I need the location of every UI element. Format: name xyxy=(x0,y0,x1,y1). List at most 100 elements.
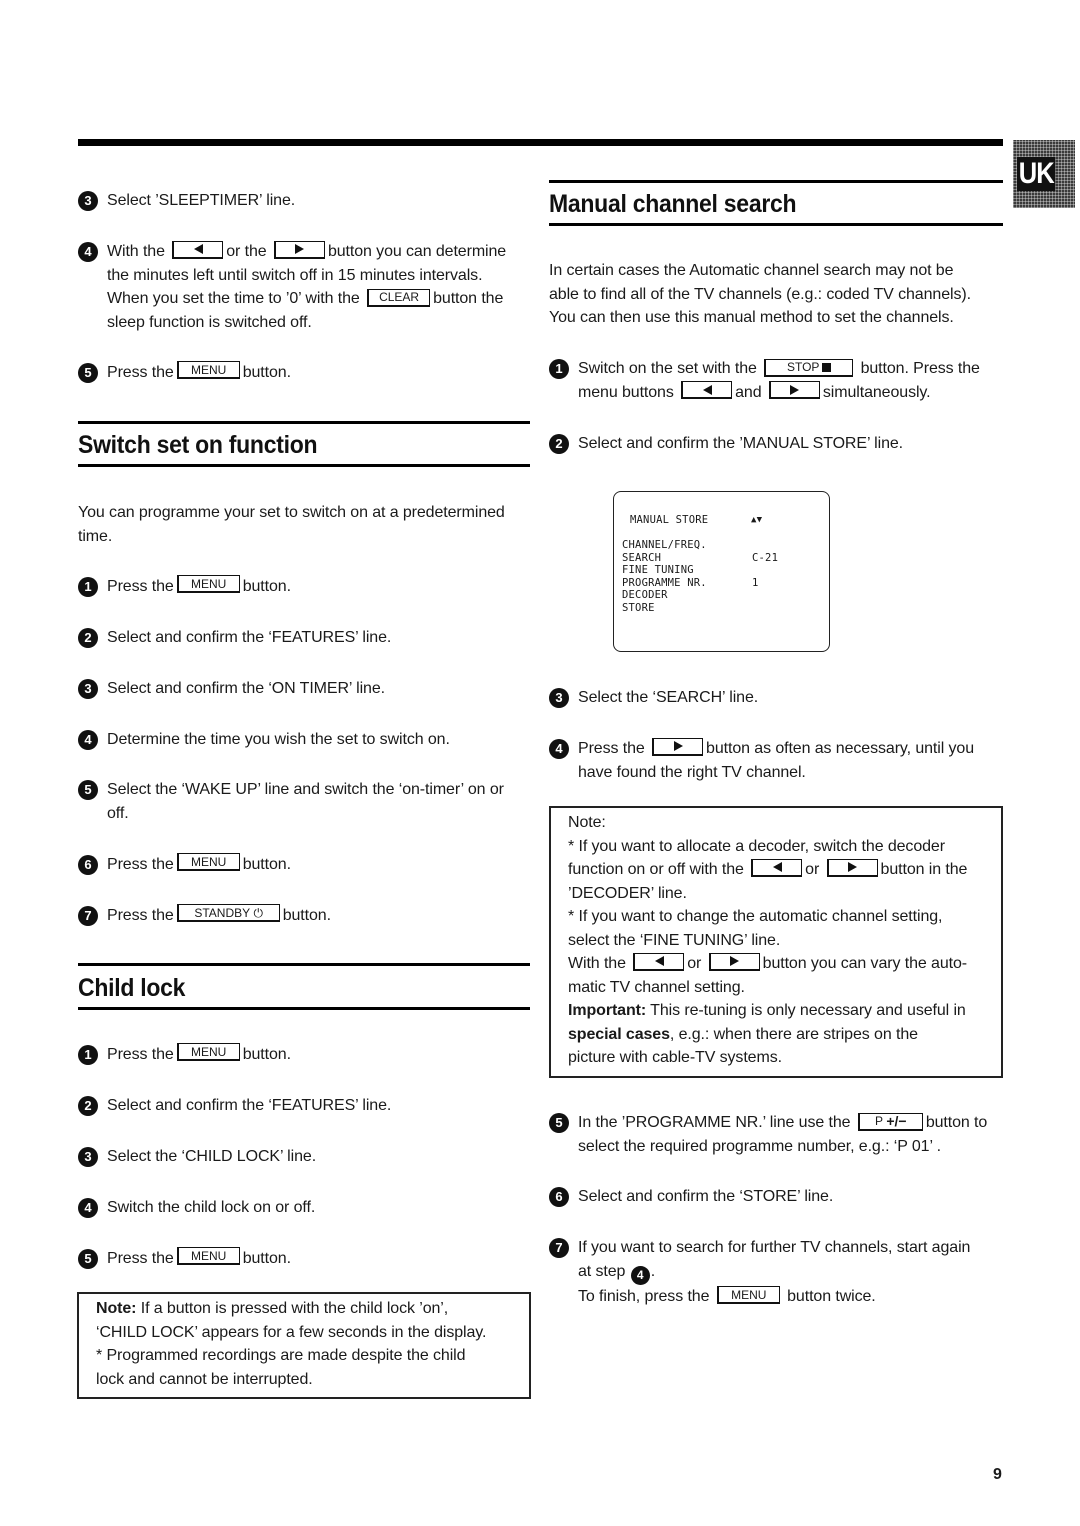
manual-step-6: 6 Select and confirm the ‘STORE’ line. xyxy=(549,1185,833,1209)
step-number: 5 xyxy=(78,1249,98,1269)
step-text: button twice. xyxy=(787,1287,876,1305)
step-text: When you set the time to ’0’ with the xyxy=(107,290,360,307)
step-text: Press the xyxy=(107,856,174,873)
step-number: 3 xyxy=(78,679,98,699)
note-text: or xyxy=(805,861,820,878)
step-text: button. xyxy=(242,856,291,873)
programme-plus-minus-button: P +/− xyxy=(857,1112,923,1131)
left-arrow-button xyxy=(172,240,224,259)
step-number: 7 xyxy=(549,1238,569,1258)
step-text: select the required programme number, e.… xyxy=(578,1137,941,1155)
note-text: This re-tuning is only necessary and use… xyxy=(646,1002,966,1019)
special-cases-label: special cases xyxy=(568,1025,670,1043)
step-number: 1 xyxy=(78,1045,98,1065)
stop-button: STOP xyxy=(764,358,854,377)
step-text: If you want to search for further TV cha… xyxy=(578,1239,971,1256)
step-text: Select the ‘SEARCH’ line. xyxy=(578,689,759,706)
step-text: Press the xyxy=(107,1046,174,1063)
osd-row: DECODER xyxy=(622,589,707,602)
intro-line: time. xyxy=(78,527,113,545)
step-text: Select and confirm the ‘STORE’ line. xyxy=(578,1188,834,1205)
switch-on-step-5: 5 Select the ‘WAKE UP’ line and switch t… xyxy=(78,778,504,825)
top-rule xyxy=(78,139,1003,146)
step-text: button. xyxy=(242,1250,291,1267)
note-label: Note: xyxy=(96,1300,137,1317)
manual-step-5: 5 In the ’PROGRAMME NR.’ line use the P … xyxy=(549,1111,987,1158)
section-title-child-lock: Child lock xyxy=(78,974,186,1002)
note-text: lock and cannot be interrupted. xyxy=(96,1370,313,1388)
right-arrow-button xyxy=(273,240,325,259)
section-rule xyxy=(78,464,530,467)
step-number: 3 xyxy=(78,191,98,211)
step-text: button. xyxy=(282,907,331,924)
intro-line: In certain cases the Automatic channel s… xyxy=(549,262,954,279)
intro-line: You can programme your set to switch on … xyxy=(78,504,505,521)
step-text: button. xyxy=(242,364,291,381)
manual-step-7: 7 If you want to search for further TV c… xyxy=(549,1236,970,1308)
step-reference: 4 xyxy=(630,1265,650,1285)
step-text: Switch the child lock on or off. xyxy=(107,1199,316,1216)
step-text: button you can determine xyxy=(327,243,507,260)
step-text: . xyxy=(650,1262,656,1280)
step-text: Press the xyxy=(107,1250,174,1267)
menu-button: MENU xyxy=(716,1286,780,1305)
osd-row-label: FINE TUNING xyxy=(622,564,694,577)
power-icon: ⏻ xyxy=(253,905,264,920)
left-arrow-button xyxy=(633,952,685,971)
note-text: * If you want to allocate a decoder, swi… xyxy=(568,837,945,855)
step-text: In the ’PROGRAMME NR.’ line use the xyxy=(578,1114,851,1131)
child-lock-note: Note: If a button is pressed with the ch… xyxy=(77,1292,531,1399)
stop-label: STOP xyxy=(786,360,820,374)
child-lock-step-4: 4 Switch the child lock on or off. xyxy=(78,1196,315,1220)
osd-title: MANUAL STORE xyxy=(630,514,709,526)
step-text: have found the right TV channel. xyxy=(578,763,806,781)
manual-search-note: Note: * If you want to allocate a decode… xyxy=(549,806,1003,1078)
note-text: * If you want to change the automatic ch… xyxy=(568,908,943,925)
step-text: Select ’SLEEPTIMER’ line. xyxy=(107,192,296,209)
note-text: , e.g.: when there are stripes on the xyxy=(669,1025,918,1043)
standby-button: STANDBY ⏻ xyxy=(176,904,280,922)
sleeptimer-step-4: 4 With the or the button you can determi… xyxy=(78,240,506,334)
note-text: button in the xyxy=(880,861,968,878)
step-text: off. xyxy=(107,804,129,822)
step-text: Switch on the set with the xyxy=(578,360,757,377)
step-text: Select the ‘WAKE UP’ line and switch the… xyxy=(107,781,504,798)
step-text: button. xyxy=(242,1046,291,1063)
step-text: button. Press the xyxy=(860,360,980,377)
stop-icon xyxy=(822,362,832,372)
menu-button: MENU xyxy=(176,1247,240,1265)
step-text: Select and confirm the ‘FEATURES’ line. xyxy=(107,1097,392,1114)
manual-step-4: 4 Press the button as often as necessary… xyxy=(549,737,974,784)
section-title-switch-on: Switch set on function xyxy=(78,431,318,459)
left-arrow-icon xyxy=(654,956,664,966)
plus-minus-icon: +/− xyxy=(886,1113,907,1129)
right-arrow-icon xyxy=(673,741,683,751)
step-number: 5 xyxy=(78,363,98,383)
step-number: 2 xyxy=(78,628,98,648)
note-text: button you can vary the auto- xyxy=(762,955,967,972)
step-number: 3 xyxy=(78,1147,98,1167)
step-text: Select and confirm the ‘ON TIMER’ line. xyxy=(107,680,385,697)
switch-on-step-3: 3 Select and confirm the ‘ON TIMER’ line… xyxy=(78,677,385,701)
switch-on-step-7: 7 Press the STANDBY ⏻ button. xyxy=(78,904,331,928)
child-lock-step-3: 3 Select the ‘CHILD LOCK’ line. xyxy=(78,1145,316,1169)
osd-row-label: PROGRAMME NR. xyxy=(622,576,707,589)
right-arrow-icon xyxy=(730,956,740,966)
osd-row: SEARCH C-21 xyxy=(622,552,778,565)
note-text: ‘CHILD LOCK’ appears for a few seconds i… xyxy=(96,1323,487,1341)
up-down-arrows-icon: ▲▼ xyxy=(751,515,763,525)
right-arrow-icon xyxy=(295,244,305,254)
osd-row-label: CHANNEL/FREQ. xyxy=(622,539,707,551)
section-rule xyxy=(78,1007,530,1010)
switch-on-step-2: 2 Select and confirm the ‘FEATURES’ line… xyxy=(78,626,391,650)
osd-row: FINE TUNING xyxy=(622,564,707,577)
note-text: * Programmed recordings are made despite… xyxy=(96,1347,466,1364)
note-text: select the ‘FINE TUNING’ line. xyxy=(568,931,781,949)
page-number: 9 xyxy=(993,1466,1002,1483)
switch-on-step-4: 4 Determine the time you wish the set to… xyxy=(78,728,450,752)
step-number: 5 xyxy=(549,1113,569,1133)
step-number: 2 xyxy=(549,434,569,454)
intro-line: You can then use this manual method to s… xyxy=(549,309,954,326)
step-text: button as often as necessary, until you xyxy=(706,740,975,757)
step-text: and xyxy=(735,383,762,401)
